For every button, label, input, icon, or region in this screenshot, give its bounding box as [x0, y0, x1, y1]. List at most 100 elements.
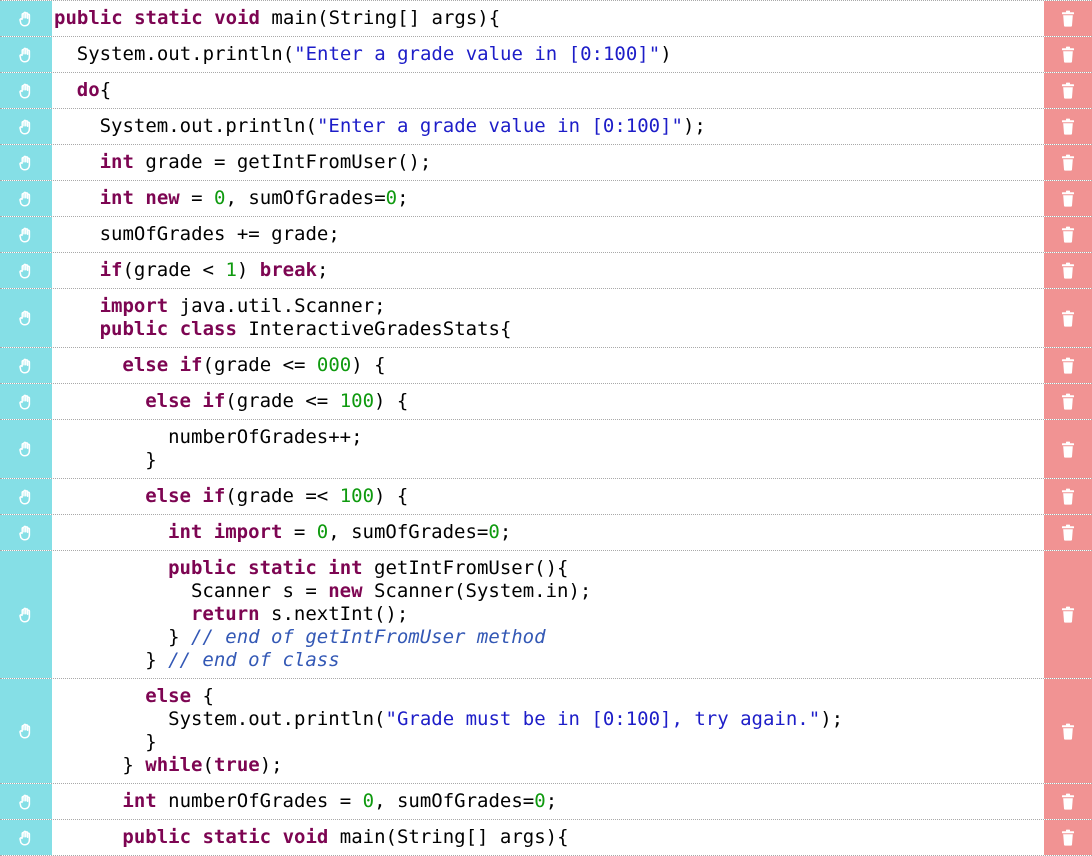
- code-line: if(grade < 1) break;: [100, 259, 1044, 282]
- trash-icon: [1060, 46, 1076, 63]
- code-block-row[interactable]: sumOfGrades += grade;: [0, 217, 1092, 253]
- code-token: // end of class: [168, 649, 340, 671]
- code-block-text[interactable]: int import = 0, sumOfGrades=0;: [52, 515, 1044, 550]
- delete-block-button[interactable]: [1044, 679, 1092, 783]
- code-token: java.util.Scanner;: [168, 295, 386, 317]
- code-block-row[interactable]: else if(grade <= 000) {: [0, 348, 1092, 384]
- code-block-row[interactable]: else if(grade =< 100) {: [0, 479, 1092, 515]
- code-block-row[interactable]: import java.util.Scanner; public class In…: [0, 289, 1092, 348]
- code-block-row[interactable]: int import = 0, sumOfGrades=0;: [0, 515, 1092, 551]
- code-block-text[interactable]: import java.util.Scanner; public class In…: [52, 289, 1044, 347]
- code-token: while: [145, 754, 203, 776]
- delete-block-button[interactable]: [1044, 784, 1092, 819]
- code-block-text[interactable]: public static int getIntFromUser(){ Scan…: [52, 551, 1044, 678]
- code-block-row[interactable]: int grade = getIntFromUser();: [0, 145, 1092, 181]
- code-token: int: [168, 521, 203, 543]
- code-line: public static int getIntFromUser(){: [145, 557, 1044, 580]
- hand-grab-icon: [18, 83, 34, 99]
- code-block-row[interactable]: public static void main(String[] args){: [0, 820, 1092, 856]
- code-token: , sumOfGrades=: [328, 521, 489, 543]
- code-token: 0: [362, 790, 375, 812]
- drag-handle-button[interactable]: [0, 217, 52, 252]
- delete-block-button[interactable]: [1044, 1, 1092, 36]
- delete-block-button[interactable]: [1044, 289, 1092, 347]
- drag-handle-button[interactable]: [0, 348, 52, 383]
- drag-handle-button[interactable]: [0, 253, 52, 288]
- code-block-row[interactable]: if(grade < 1) break;: [0, 253, 1092, 289]
- code-block-text[interactable]: int new = 0, sumOfGrades=0;: [52, 181, 1044, 216]
- drag-handle-button[interactable]: [0, 37, 52, 72]
- delete-block-button[interactable]: [1044, 384, 1092, 419]
- delete-block-button[interactable]: [1044, 551, 1092, 678]
- delete-block-button[interactable]: [1044, 217, 1092, 252]
- code-block-text[interactable]: sumOfGrades += grade;: [52, 217, 1044, 252]
- trash-icon: [1060, 226, 1076, 243]
- delete-block-button[interactable]: [1044, 348, 1092, 383]
- hand-grab-icon: [18, 11, 34, 27]
- drag-handle-button[interactable]: [0, 181, 52, 216]
- code-block-row[interactable]: else { System.out.println("Grade must be…: [0, 679, 1092, 784]
- code-token: );: [259, 754, 283, 776]
- drag-handle-button[interactable]: [0, 1, 52, 36]
- drag-handle-button[interactable]: [0, 679, 52, 783]
- code-block-row[interactable]: System.out.println("Enter a grade value …: [0, 109, 1092, 145]
- delete-block-button[interactable]: [1044, 253, 1092, 288]
- drag-handle-button[interactable]: [0, 289, 52, 347]
- code-block-text[interactable]: System.out.println("Enter a grade value …: [52, 37, 1044, 72]
- drag-handle-button[interactable]: [0, 820, 52, 855]
- drag-handle-button[interactable]: [0, 109, 52, 144]
- drag-handle-button[interactable]: [0, 784, 52, 819]
- code-block-text[interactable]: do{: [52, 73, 1044, 108]
- code-token: (grade <=: [225, 390, 340, 412]
- drag-handle-button[interactable]: [0, 73, 52, 108]
- code-block-text[interactable]: int numberOfGrades = 0, sumOfGrades=0;: [52, 784, 1044, 819]
- code-line: else if(grade <= 000) {: [122, 354, 1044, 377]
- code-token: else: [145, 685, 192, 707]
- code-block-text[interactable]: int grade = getIntFromUser();: [52, 145, 1044, 180]
- drag-handle-button[interactable]: [0, 515, 52, 550]
- code-token: {: [191, 685, 214, 707]
- code-block-text[interactable]: else if(grade <= 100) {: [52, 384, 1044, 419]
- drag-handle-button[interactable]: [0, 384, 52, 419]
- code-block-text[interactable]: numberOfGrades++;}: [52, 420, 1044, 478]
- code-block-text[interactable]: public static void main(String[] args){: [52, 820, 1044, 855]
- code-block-text[interactable]: public static void main(String[] args){: [52, 1, 1044, 36]
- delete-block-button[interactable]: [1044, 145, 1092, 180]
- delete-block-button[interactable]: [1044, 73, 1092, 108]
- trash-icon: [1060, 793, 1076, 810]
- trash-icon: [1060, 310, 1076, 327]
- code-token: public: [99, 318, 169, 340]
- code-block-row[interactable]: System.out.println("Enter a grade value …: [0, 37, 1092, 73]
- code-token: ) {: [374, 485, 409, 507]
- drag-handle-button[interactable]: [0, 479, 52, 514]
- code-block-text[interactable]: System.out.println("Enter a grade value …: [52, 109, 1044, 144]
- drag-handle-button[interactable]: [0, 145, 52, 180]
- code-block-row[interactable]: int numberOfGrades = 0, sumOfGrades=0;: [0, 784, 1092, 820]
- code-block-row[interactable]: else if(grade <= 100) {: [0, 384, 1092, 420]
- code-block-row[interactable]: int new = 0, sumOfGrades=0;: [0, 181, 1092, 217]
- code-block-text[interactable]: else if(grade =< 100) {: [52, 479, 1044, 514]
- code-block-row[interactable]: public static void main(String[] args){: [0, 0, 1092, 37]
- code-block-row[interactable]: numberOfGrades++;}: [0, 420, 1092, 479]
- drag-handle-button[interactable]: [0, 420, 52, 478]
- code-block-text[interactable]: else { System.out.println("Grade must be…: [52, 679, 1044, 783]
- delete-block-button[interactable]: [1044, 181, 1092, 216]
- code-block-text[interactable]: if(grade < 1) break;: [52, 253, 1044, 288]
- code-block-text[interactable]: else if(grade <= 000) {: [52, 348, 1044, 383]
- delete-block-button[interactable]: [1044, 479, 1092, 514]
- delete-block-button[interactable]: [1044, 109, 1092, 144]
- drag-handle-button[interactable]: [0, 551, 52, 678]
- code-block-row[interactable]: do{: [0, 73, 1092, 109]
- code-line: }: [145, 449, 1044, 472]
- delete-block-button[interactable]: [1044, 820, 1092, 855]
- code-token: {: [99, 79, 112, 101]
- delete-block-button[interactable]: [1044, 37, 1092, 72]
- delete-block-button[interactable]: [1044, 420, 1092, 478]
- trash-icon: [1060, 357, 1076, 374]
- code-block-row[interactable]: public static int getIntFromUser(){ Scan…: [0, 551, 1092, 679]
- delete-block-button[interactable]: [1044, 515, 1092, 550]
- trash-icon: [1060, 190, 1076, 207]
- code-token: 0: [385, 187, 398, 209]
